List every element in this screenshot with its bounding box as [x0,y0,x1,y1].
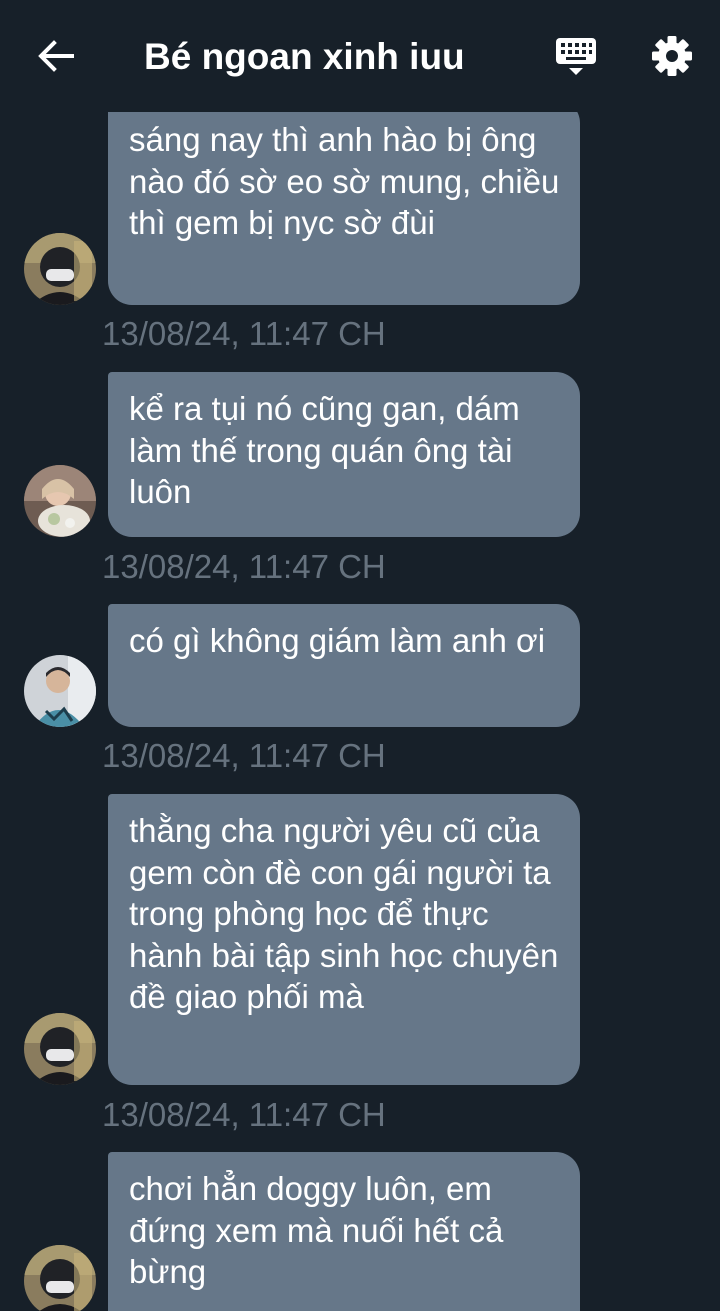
message-timestamp: 13/08/24, 11:47 CH [102,1096,386,1133]
settings-button[interactable] [648,34,696,82]
message-bubble[interactable]: thằng cha người yêu cũ của gem còn đè co… [108,794,580,1085]
message-bubble[interactable]: kể ra tụi nó cũng gan, dám làm thế trong… [108,372,580,537]
message-list[interactable]: sáng nay thì anh hào bị ông nào đó sờ eo… [0,0,720,1311]
chat-screen: sáng nay thì anh hào bị ông nào đó sờ eo… [0,0,720,1311]
message-timestamp: 13/08/24, 11:47 CH [102,737,386,774]
message-text: có gì không giám làm anh ơi [129,622,546,659]
message-timestamp: 13/08/24, 11:47 CH [102,315,386,352]
message-text: chơi hẳn doggy luôn, em đứng xem mà nuối… [129,1170,504,1290]
message-bubble[interactable]: có gì không giám làm anh ơi [108,604,580,727]
message-bubble[interactable]: chơi hẳn doggy luôn, em đứng xem mà nuối… [108,1152,580,1311]
message-text: sáng nay thì anh hào bị ông nào đó sờ eo… [129,121,560,241]
arrow-left-icon [36,36,76,81]
gear-icon [651,35,693,82]
app-header: Bé ngoan xinh iuu [0,0,720,112]
message-timestamp: 13/08/24, 11:47 CH [102,548,386,585]
avatar[interactable] [24,1013,96,1085]
avatar[interactable] [24,1245,96,1311]
keyboard-icon [554,34,598,83]
avatar[interactable] [24,655,96,727]
avatar[interactable] [24,233,96,305]
message-text: thằng cha người yêu cũ của gem còn đè co… [129,812,559,1015]
message-text: kể ra tụi nó cũng gan, dám làm thế trong… [129,390,520,510]
keyboard-button[interactable] [552,34,600,82]
avatar[interactable] [24,465,96,537]
back-button[interactable] [34,36,78,80]
message-bubble[interactable]: sáng nay thì anh hào bị ông nào đó sờ eo… [108,99,580,305]
page-title: Bé ngoan xinh iuu [144,36,465,77]
